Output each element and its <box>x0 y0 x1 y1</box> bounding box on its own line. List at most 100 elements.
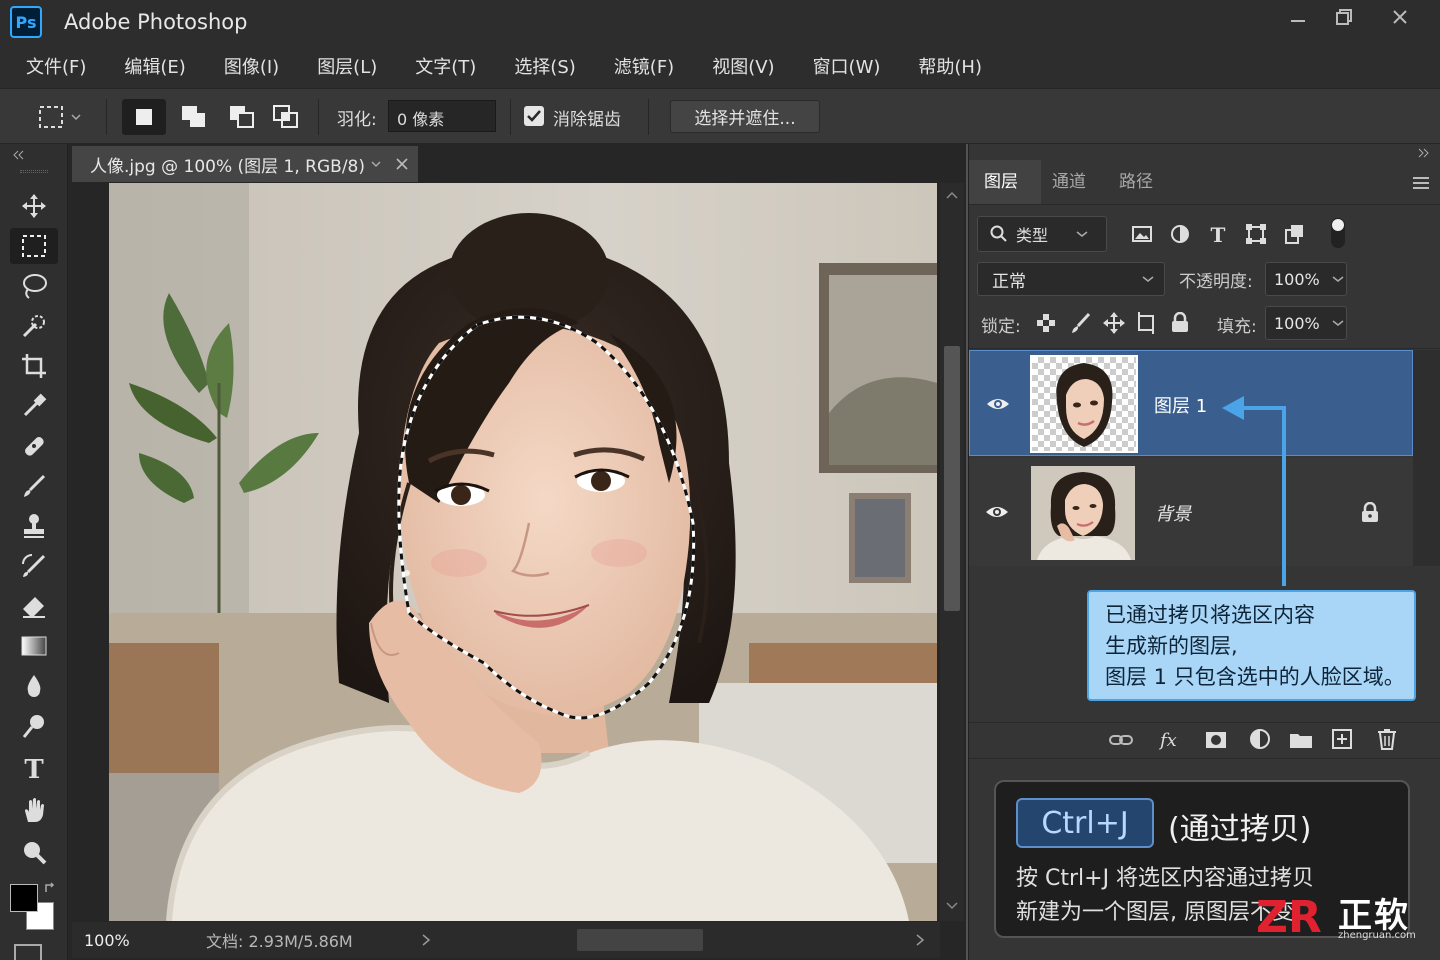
quick-select-icon <box>22 315 45 338</box>
chevron-down-icon <box>1142 276 1154 282</box>
menu-layer[interactable]: 图层(L) <box>317 53 377 79</box>
vertical-scrollbar[interactable] <box>940 183 964 921</box>
filter-shape-icon[interactable] <box>1245 224 1267 244</box>
eyedropper-tool[interactable] <box>10 388 58 424</box>
lock-artboard-icon[interactable] <box>1135 312 1157 334</box>
layer1-name[interactable]: 图层 1 <box>1154 392 1207 418</box>
feather-input[interactable]: 0 像素 <box>388 100 496 132</box>
scroll-up-icon[interactable] <box>945 191 959 201</box>
collapse-panel-icon[interactable] <box>12 150 26 160</box>
eye-icon[interactable] <box>985 504 1009 520</box>
gradient-icon <box>21 636 47 656</box>
healing-tool[interactable] <box>10 428 58 464</box>
new-selection-button[interactable] <box>122 99 166 135</box>
close-tab-icon[interactable] <box>395 157 409 171</box>
opacity-label: 不透明度: <box>1179 272 1253 292</box>
svg-text:fx: fx <box>1159 730 1177 751</box>
adjustment-icon[interactable] <box>1249 728 1271 750</box>
dodge-tool[interactable] <box>10 708 58 744</box>
gradient-tool[interactable] <box>10 628 58 664</box>
filter-type-icon[interactable]: T <box>1207 224 1229 244</box>
quick-mask-icon[interactable] <box>14 944 42 960</box>
quick-select-tool[interactable] <box>10 308 58 344</box>
menu-file[interactable]: 文件(F) <box>26 53 86 79</box>
filter-toggle[interactable] <box>1331 218 1345 248</box>
scroll-right-icon[interactable] <box>915 933 925 947</box>
menu-type[interactable]: 文字(T) <box>415 53 476 79</box>
horizontal-scroll-thumb[interactable] <box>576 929 703 951</box>
add-selection-button[interactable] <box>172 99 216 135</box>
brush-tool[interactable] <box>10 468 58 504</box>
move-tool[interactable] <box>10 188 58 224</box>
layer-row-background[interactable]: 背景 <box>969 458 1413 566</box>
layer-row-layer1[interactable]: 图层 1 <box>969 350 1413 456</box>
type-tool[interactable]: T <box>10 750 58 786</box>
link-icon[interactable] <box>1109 730 1133 750</box>
portrait-image <box>109 183 937 921</box>
history-brush-tool[interactable] <box>10 548 58 584</box>
blend-mode-select[interactable]: 正常 <box>977 262 1165 296</box>
select-and-mask-button[interactable]: 选择并遮住... <box>670 100 820 133</box>
collapse-panel-icon[interactable] <box>1417 148 1431 158</box>
chevron-right-icon[interactable] <box>421 933 431 947</box>
zoom-field[interactable]: 100% <box>72 931 146 950</box>
scroll-down-icon[interactable] <box>945 901 959 911</box>
eraser-tool[interactable] <box>10 588 58 624</box>
new-layer-icon[interactable] <box>1331 728 1353 750</box>
lock-position-icon[interactable] <box>1103 312 1125 334</box>
watermark-logo: ZR 正软 zhengruan.com <box>1252 886 1436 946</box>
eye-icon[interactable] <box>986 396 1010 412</box>
close-button[interactable] <box>1378 4 1422 30</box>
swap-colors-icon[interactable] <box>44 882 56 894</box>
menu-filter[interactable]: 滤镜(F) <box>614 53 674 79</box>
lasso-tool[interactable] <box>10 268 58 304</box>
callout-line-1: 已通过拷贝将选区内容 <box>1105 603 1315 627</box>
lock-image-brush-icon[interactable] <box>1071 312 1091 334</box>
crop-icon <box>22 354 46 378</box>
filter-adjustment-icon[interactable] <box>1169 224 1191 244</box>
filter-smart-object-icon[interactable] <box>1283 224 1305 244</box>
menu-help[interactable]: 帮助(H) <box>918 53 982 79</box>
hand-tool[interactable] <box>10 792 58 828</box>
tab-paths[interactable]: 路径 <box>1119 167 1153 192</box>
layers-scrollbar[interactable] <box>1413 350 1440 566</box>
subtract-selection-button[interactable] <box>220 99 264 135</box>
mask-icon[interactable] <box>1205 730 1227 750</box>
background-layer-name[interactable]: 背景 <box>1155 500 1191 526</box>
minimize-button[interactable] <box>1276 4 1320 30</box>
menu-window[interactable]: 窗口(W) <box>813 53 881 79</box>
folder-icon[interactable] <box>1289 730 1313 750</box>
menu-image[interactable]: 图像(I) <box>224 53 279 79</box>
menu-view[interactable]: 视图(V) <box>712 53 774 79</box>
callout-arrow <box>1222 396 1286 586</box>
minimize-icon <box>1291 20 1305 22</box>
lock-transparency-icon[interactable] <box>1037 314 1055 332</box>
tab-channels[interactable]: 通道 <box>1052 167 1086 192</box>
menu-select[interactable]: 选择(S) <box>514 53 575 79</box>
panel-menu-icon[interactable] <box>1412 176 1430 190</box>
intersect-selection-icon <box>273 105 298 128</box>
tool-preset-picker[interactable] <box>30 101 90 133</box>
menu-edit[interactable]: 编辑(E) <box>124 53 185 79</box>
restore-button[interactable] <box>1322 4 1366 30</box>
trash-icon[interactable] <box>1377 728 1397 750</box>
fill-input[interactable]: 100% <box>1265 306 1347 340</box>
blur-tool[interactable] <box>10 668 58 704</box>
fx-icon[interactable]: fx <box>1159 728 1185 752</box>
scroll-thumb[interactable] <box>944 346 960 611</box>
lock-all-icon[interactable] <box>1171 312 1189 332</box>
opacity-input[interactable]: 100% <box>1265 262 1347 296</box>
crop-tool[interactable] <box>10 348 58 384</box>
app-title: Adobe Photoshop <box>64 10 248 34</box>
tab-layers[interactable]: 图层 <box>984 167 1018 192</box>
callout-note: 已通过拷贝将选区内容 生成新的图层, 图层 1 只包含选中的人脸区域。 <box>1087 590 1416 701</box>
stamp-tool[interactable] <box>10 508 58 544</box>
image-canvas[interactable] <box>109 183 937 921</box>
marquee-tool[interactable] <box>10 228 58 264</box>
filter-pixel-icon[interactable] <box>1131 224 1153 244</box>
intersect-selection-button[interactable] <box>264 99 308 135</box>
layer-filter-select[interactable]: 类型 <box>977 216 1107 252</box>
antialias-checkbox[interactable] <box>524 106 544 126</box>
document-tab[interactable]: 人像.jpg @ 100% (图层 1, RGB/8) <box>72 146 418 182</box>
zoom-tool[interactable] <box>10 834 58 870</box>
